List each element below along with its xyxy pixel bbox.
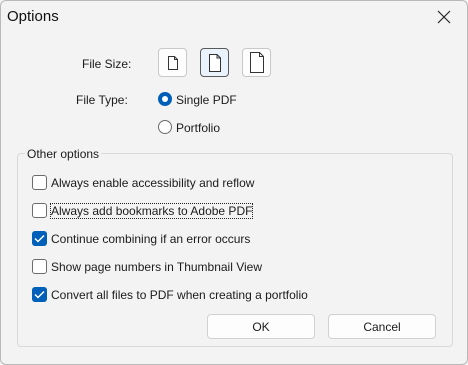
cancel-button[interactable]: Cancel xyxy=(328,314,436,339)
file-size-label: File Size: xyxy=(82,57,132,71)
large-page-icon xyxy=(249,52,264,73)
checkmark-icon xyxy=(34,290,45,299)
add-bookmarks-checkbox[interactable] xyxy=(32,203,47,218)
checkmark-icon xyxy=(34,234,45,243)
portfolio-label[interactable]: Portfolio xyxy=(176,121,220,135)
continue-combining-checkbox[interactable] xyxy=(32,231,47,246)
show-page-numbers-label[interactable]: Show page numbers in Thumbnail View xyxy=(51,260,262,274)
medium-page-icon xyxy=(208,53,221,72)
file-type-label: File Type: xyxy=(76,93,128,107)
close-button[interactable] xyxy=(429,3,459,31)
file-size-medium-button[interactable] xyxy=(200,48,229,77)
accessibility-reflow-label[interactable]: Always enable accessibility and reflow xyxy=(51,176,254,190)
other-options-title: Other options xyxy=(25,147,102,161)
add-bookmarks-label[interactable]: Always add bookmarks to Adobe PDF xyxy=(49,203,254,219)
accessibility-reflow-checkbox[interactable] xyxy=(32,175,47,190)
file-size-large-button[interactable] xyxy=(242,48,271,77)
single-pdf-radio[interactable] xyxy=(158,92,172,106)
title-bar: Options xyxy=(1,1,467,35)
convert-all-files-checkbox[interactable] xyxy=(32,287,47,302)
ok-button[interactable]: OK xyxy=(207,314,315,339)
continue-combining-label[interactable]: Continue combining if an error occurs xyxy=(51,232,250,246)
dialog-title: Options xyxy=(7,8,59,25)
show-page-numbers-checkbox[interactable] xyxy=(32,259,47,274)
small-page-icon xyxy=(167,55,178,70)
close-icon xyxy=(437,10,451,24)
file-size-small-button[interactable] xyxy=(158,48,187,77)
options-dialog: Options File Size: File Type: Single PDF… xyxy=(0,0,468,365)
portfolio-radio[interactable] xyxy=(158,120,172,134)
single-pdf-label[interactable]: Single PDF xyxy=(176,93,237,107)
convert-all-files-label[interactable]: Convert all files to PDF when creating a… xyxy=(51,288,308,302)
